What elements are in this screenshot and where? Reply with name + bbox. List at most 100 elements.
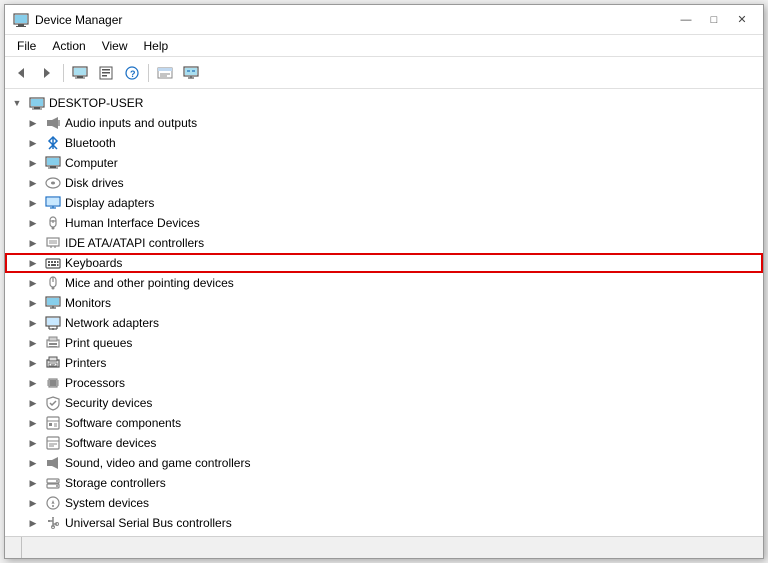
toolbar: ? [5,57,763,89]
computer-icon [45,155,61,171]
tree-item-ide[interactable]: ▶ IDE ATA/ATAPI controllers [5,233,763,253]
tree-item-swcomponents[interactable]: ▶ Software components [5,413,763,433]
usb-expand-icon[interactable]: ▶ [25,515,41,531]
printers-expand-icon[interactable]: ▶ [25,355,41,371]
hid-label: Human Interface Devices [65,216,200,230]
printers-icon [45,355,61,371]
title-bar: Device Manager — □ ✕ [5,5,763,35]
tree-item-swdevices[interactable]: ▶ Software devices [5,433,763,453]
menu-view[interactable]: View [94,37,136,55]
computer-expand-icon[interactable]: ▶ [25,155,41,171]
audio-expand-icon[interactable]: ▶ [25,115,41,131]
computer-button[interactable] [68,61,92,85]
computer-label: Computer [65,156,118,170]
monitors-label: Monitors [65,296,111,310]
tree-item-mice[interactable]: ▶ Mice and other pointing devices [5,273,763,293]
tree-item-computer[interactable]: ▶ Computer [5,153,763,173]
back-button[interactable] [9,61,33,85]
status-segment-1 [9,537,22,558]
ide-expand-icon[interactable]: ▶ [25,235,41,251]
audio-label: Audio inputs and outputs [65,116,197,130]
keyboards-expand-icon[interactable]: ▶ [25,255,41,271]
hid-expand-icon[interactable]: ▶ [25,215,41,231]
title-bar-buttons: — □ ✕ [673,10,755,30]
menu-help[interactable]: Help [136,37,177,55]
printers-label: Printers [65,356,106,370]
security-icon [45,395,61,411]
device-tree[interactable]: ▼ DESKTOP-USER ▶ [5,89,763,536]
swdevices-icon [45,435,61,451]
hid-icon [45,215,61,231]
printqueue-icon [45,335,61,351]
security-expand-icon[interactable]: ▶ [25,395,41,411]
menu-action[interactable]: Action [44,37,93,55]
tree-root[interactable]: ▼ DESKTOP-USER [5,93,763,113]
root-expand-icon[interactable]: ▼ [9,95,25,111]
ide-icon [45,235,61,251]
tree-item-disk[interactable]: ▶ Disk drives [5,173,763,193]
forward-button[interactable] [35,61,59,85]
disk-expand-icon[interactable]: ▶ [25,175,41,191]
tree-item-hid[interactable]: ▶ Human Interface Devices [5,213,763,233]
swdevices-label: Software devices [65,436,156,450]
system-expand-icon[interactable]: ▶ [25,495,41,511]
tree-item-keyboards[interactable]: ▶ Keyboards [5,253,763,273]
separator-2 [148,64,149,82]
maximize-button[interactable]: □ [701,10,727,30]
svg-text:?: ? [130,69,136,79]
soundvideo-icon [45,455,61,471]
tree-item-monitors[interactable]: ▶ Monitors [5,293,763,313]
mice-expand-icon[interactable]: ▶ [25,275,41,291]
network-expand-icon[interactable]: ▶ [25,315,41,331]
display-expand-icon[interactable]: ▶ [25,195,41,211]
menu-file[interactable]: File [9,37,44,55]
network-label: Network adapters [65,316,159,330]
tree-item-network[interactable]: ▶ Network adapters [5,313,763,333]
close-button[interactable]: ✕ [729,10,755,30]
help-button[interactable]: ? [120,61,144,85]
audio-icon [45,115,61,131]
bluetooth-label: Bluetooth [65,136,116,150]
printqueue-label: Print queues [65,336,132,350]
tree-item-security[interactable]: ▶ Security devices [5,393,763,413]
status-segment-2 [22,537,759,558]
update-button[interactable] [153,61,177,85]
swdevices-expand-icon[interactable]: ▶ [25,435,41,451]
mice-icon [45,275,61,291]
bluetooth-expand-icon[interactable]: ▶ [25,135,41,151]
processors-expand-icon[interactable]: ▶ [25,375,41,391]
storage-icon [45,475,61,491]
ide-label: IDE ATA/ATAPI controllers [65,236,204,250]
swcomponents-expand-icon[interactable]: ▶ [25,415,41,431]
tree-item-printers[interactable]: ▶ Printers [5,353,763,373]
tree-item-soundvideo[interactable]: ▶ Sound, video and game controllers [5,453,763,473]
tree-item-usb[interactable]: ▶ Universal Serial Bus controllers [5,513,763,533]
printqueue-expand-icon[interactable]: ▶ [25,335,41,351]
keyboards-label: Keyboards [65,256,122,270]
monitor-button[interactable] [179,61,203,85]
tree-item-printqueue[interactable]: ▶ Print queues [5,333,763,353]
monitors-icon [45,295,61,311]
tree-item-processors[interactable]: ▶ Processors [5,373,763,393]
content-area: ▼ DESKTOP-USER ▶ [5,89,763,536]
tree-item-bluetooth[interactable]: ▶ Bluetooth [5,133,763,153]
mice-label: Mice and other pointing devices [65,276,234,290]
device-manager-window: Device Manager — □ ✕ File Action View He… [4,4,764,559]
processors-label: Processors [65,376,125,390]
disk-label: Disk drives [65,176,124,190]
soundvideo-expand-icon[interactable]: ▶ [25,455,41,471]
bluetooth-icon [45,135,61,151]
security-label: Security devices [65,396,152,410]
monitors-expand-icon[interactable]: ▶ [25,295,41,311]
minimize-button[interactable]: — [673,10,699,30]
system-icon [45,495,61,511]
tree-item-storage[interactable]: ▶ Storage controllers [5,473,763,493]
tree-item-display[interactable]: ▶ Display adapters [5,193,763,213]
keyboards-icon [45,255,61,271]
window-title: Device Manager [35,13,673,27]
tree-item-system[interactable]: ▶ System devices [5,493,763,513]
separator-1 [63,64,64,82]
properties-button[interactable] [94,61,118,85]
tree-item-audio[interactable]: ▶ Audio inputs and outputs [5,113,763,133]
storage-expand-icon[interactable]: ▶ [25,475,41,491]
